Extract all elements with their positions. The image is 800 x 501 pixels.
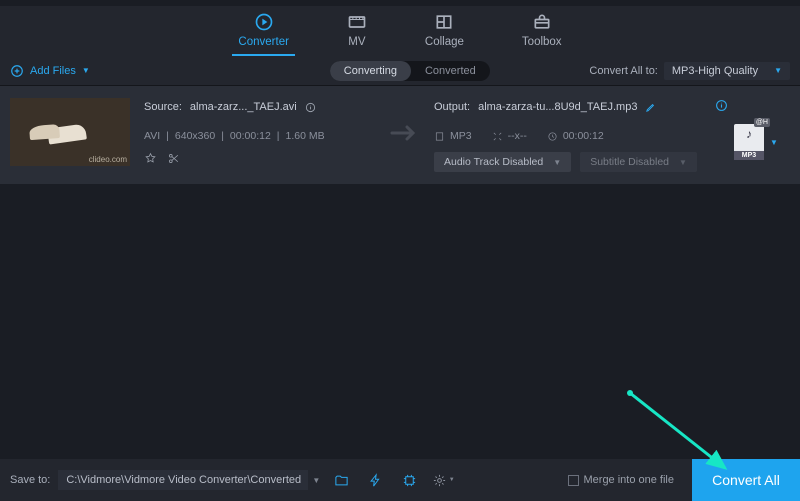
nav-label: MV bbox=[348, 36, 365, 48]
toolbox-icon bbox=[532, 12, 552, 32]
tab-group: Converting Converted bbox=[330, 61, 490, 81]
out-format: MP3 bbox=[434, 130, 472, 142]
chevron-down-icon: ▼ bbox=[82, 66, 90, 75]
star-icon[interactable] bbox=[144, 152, 157, 165]
converter-icon bbox=[254, 12, 274, 32]
add-files-label: Add Files bbox=[30, 65, 76, 77]
hq-badge: @H bbox=[754, 118, 770, 127]
chevron-down-icon[interactable]: ▼ bbox=[312, 476, 320, 485]
save-to-label: Save to: bbox=[10, 474, 50, 486]
file-item: clideo.com Source: alma-zarz..._TAEJ.avi… bbox=[0, 86, 800, 184]
bottom-bar: Save to: C:\Vidmore\Vidmore Video Conver… bbox=[0, 459, 800, 501]
nav-collage[interactable]: Collage bbox=[419, 12, 470, 56]
chevron-down-icon: ▼ bbox=[774, 66, 782, 75]
scissors-icon[interactable] bbox=[167, 152, 180, 165]
tab-converted[interactable]: Converted bbox=[411, 61, 490, 81]
info-icon[interactable] bbox=[305, 102, 316, 113]
out-duration: 00:00:12 bbox=[547, 130, 604, 142]
speed-boost-button[interactable] bbox=[362, 467, 388, 493]
format-picker[interactable]: @H ♪ MP3 ▼ bbox=[734, 112, 790, 172]
music-note-icon: ♪ bbox=[746, 127, 752, 141]
sub-bar: Add Files ▼ Converting Converted Convert… bbox=[0, 56, 800, 86]
output-label: Output: bbox=[434, 101, 470, 113]
edit-icon[interactable] bbox=[645, 102, 656, 113]
audio-track-dropdown[interactable]: Audio Track Disabled▼ bbox=[434, 152, 571, 172]
merge-label: Merge into one file bbox=[584, 474, 675, 486]
gear-icon bbox=[432, 473, 447, 488]
clock-icon bbox=[547, 131, 558, 142]
output-filename: alma-zarza-tu...8U9d_TAEJ.mp3 bbox=[478, 101, 637, 113]
out-resolution: --x-- bbox=[492, 130, 527, 142]
open-folder-button[interactable] bbox=[328, 467, 354, 493]
thumbnail-watermark: clideo.com bbox=[89, 155, 127, 164]
collage-icon bbox=[434, 12, 454, 32]
folder-icon bbox=[334, 473, 349, 488]
nav-label: Converter bbox=[238, 36, 289, 48]
merge-checkbox[interactable]: Merge into one file bbox=[568, 474, 675, 486]
thumbnail[interactable]: clideo.com bbox=[10, 98, 130, 166]
src-size: 1.60 MB bbox=[286, 130, 325, 142]
output-column: Output: alma-zarza-tu...8U9d_TAEJ.mp3 MP… bbox=[420, 98, 734, 172]
format-badge: @H ♪ MP3 bbox=[734, 124, 764, 160]
checkbox-icon bbox=[568, 475, 579, 486]
empty-workarea bbox=[0, 184, 800, 452]
nav-label: Collage bbox=[425, 36, 464, 48]
convert-all-to-label: Convert All to: bbox=[589, 65, 657, 77]
audio-file-icon bbox=[434, 131, 445, 142]
chevron-down-icon: ▼ bbox=[770, 138, 778, 147]
mv-icon bbox=[347, 12, 367, 32]
src-duration: 00:00:12 bbox=[230, 130, 271, 142]
nav-toolbox[interactable]: Toolbox bbox=[516, 12, 568, 56]
nav-converter[interactable]: Converter bbox=[232, 12, 295, 56]
chevron-down-icon: ▼ bbox=[679, 158, 687, 167]
src-format: AVI bbox=[144, 130, 160, 142]
source-label: Source: bbox=[144, 101, 182, 113]
subtitle-dropdown[interactable]: Subtitle Disabled▼ bbox=[580, 152, 697, 172]
src-resolution: 640x360 bbox=[175, 130, 215, 142]
source-filename: alma-zarz..._TAEJ.avi bbox=[190, 101, 297, 113]
source-meta: AVI|640x360|00:00:12|1.60 MB bbox=[144, 130, 390, 142]
format-ext: MP3 bbox=[734, 151, 764, 160]
chip-icon bbox=[402, 473, 417, 488]
lightning-icon bbox=[368, 473, 383, 488]
chevron-down-icon: ▼ bbox=[449, 477, 455, 483]
source-column: Source: alma-zarz..._TAEJ.avi AVI|640x36… bbox=[130, 98, 390, 172]
chevron-down-icon: ▼ bbox=[553, 158, 561, 167]
preset-dropdown[interactable]: MP3-High Quality ▼ bbox=[664, 62, 790, 80]
convert-all-to: Convert All to: MP3-High Quality ▼ bbox=[589, 62, 790, 80]
arrow-icon bbox=[390, 123, 420, 148]
convert-all-button[interactable]: Convert All bbox=[692, 459, 800, 501]
plus-circle-icon bbox=[10, 64, 24, 78]
resolution-icon bbox=[492, 131, 503, 142]
gpu-accel-button[interactable] bbox=[396, 467, 422, 493]
nav-label: Toolbox bbox=[522, 36, 562, 48]
tab-converting[interactable]: Converting bbox=[330, 61, 411, 81]
info-icon[interactable] bbox=[715, 99, 728, 115]
preset-value: MP3-High Quality bbox=[672, 65, 758, 77]
add-files-button[interactable]: Add Files ▼ bbox=[10, 64, 90, 78]
save-path-input[interactable]: C:\Vidmore\Vidmore Video Converter\Conve… bbox=[58, 470, 308, 490]
nav-mv[interactable]: MV bbox=[341, 12, 373, 56]
settings-button[interactable]: ▼ bbox=[430, 467, 456, 493]
top-nav: Converter MV Collage Toolbox bbox=[0, 0, 800, 56]
